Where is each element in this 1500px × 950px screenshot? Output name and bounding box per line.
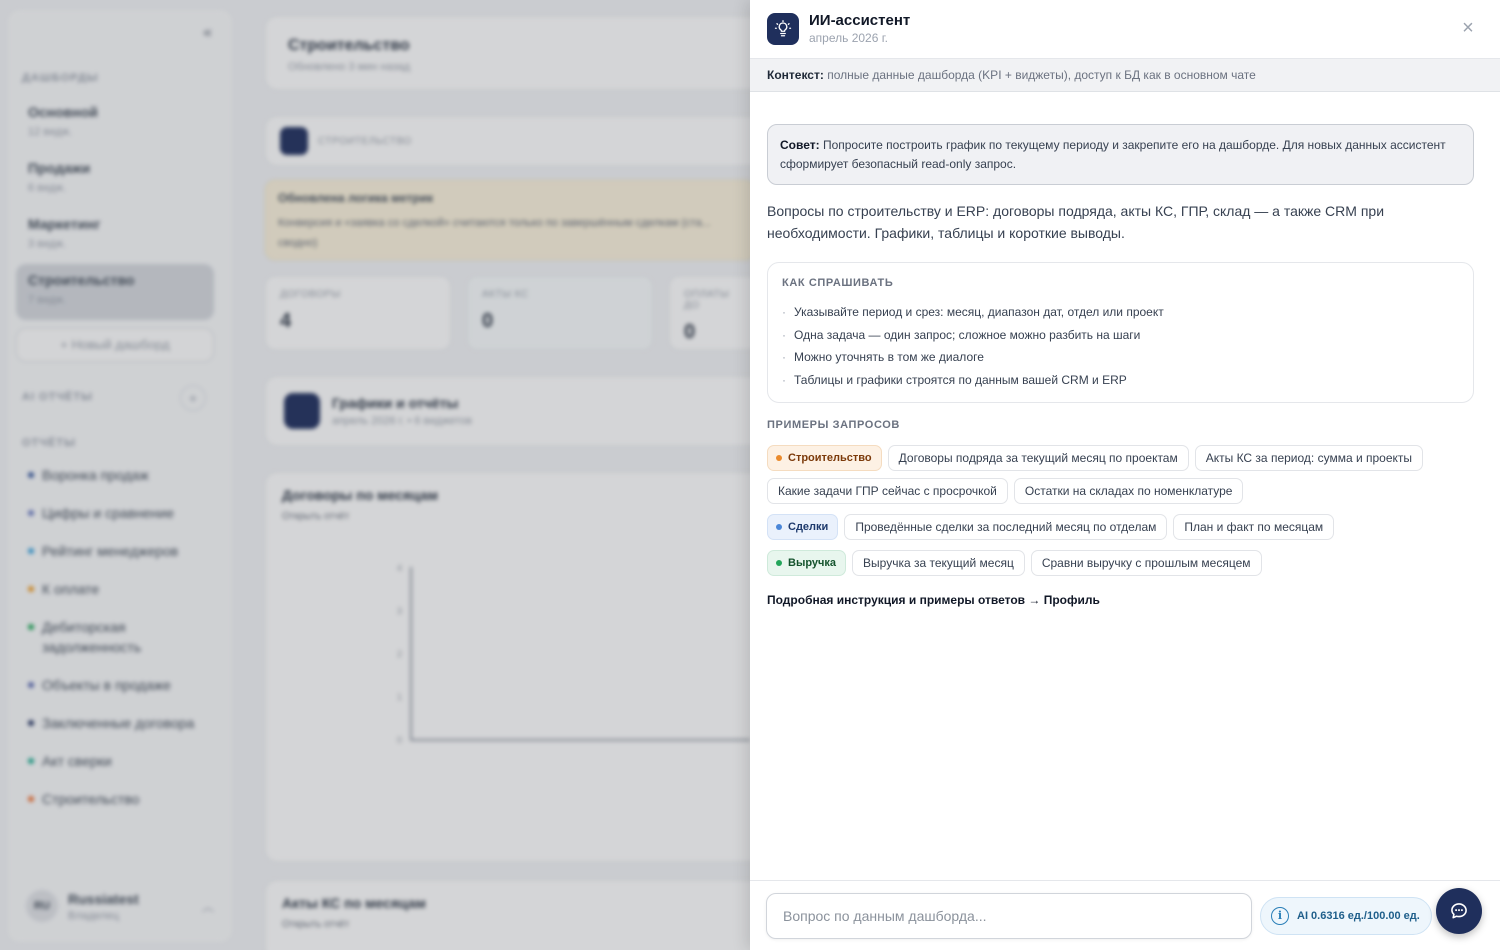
info-icon: i — [1271, 907, 1289, 925]
example-chip[interactable]: Сравни выручку с прошлым месяцем — [1030, 550, 1262, 576]
examples-row-construction: Строительство Договоры подряда за текущи… — [767, 445, 1424, 471]
example-chip[interactable]: Проведённые сделки за последний месяц по… — [844, 514, 1168, 540]
example-chip[interactable]: Выручка за текущий месяц — [852, 550, 1025, 576]
category-tag-revenue: Выручка — [767, 550, 847, 576]
list-item: · Указывайте период и срез: месяц, диапаз… — [782, 305, 1164, 319]
panel-title: ИИ-ассистент — [809, 12, 911, 29]
examples-row-deals: Сделки Проведённые сделки за последний м… — [767, 514, 1335, 540]
example-chip[interactable]: Остатки на складах по номенклатуре — [1013, 478, 1244, 504]
chat-footer: i AI 0.6316 ед./100.00 ед. — [750, 880, 1500, 950]
list-item: · Таблицы и графики строятся по данным ва… — [782, 372, 1127, 387]
examples-row-revenue: Выручка Выручка за текущий месяц Сравни … — [767, 550, 1262, 576]
how-to-ask-box: КАК СПРАШИВАТЬ · Указывайте период и срез… — [767, 262, 1474, 403]
example-chip[interactable]: Акты КС за период: сумма и проекты — [1194, 445, 1424, 471]
ai-assistant-panel: ИИ-ассистент апрель 2026 г. × Контекст: … — [750, 0, 1500, 950]
panel-date: апрель 2026 г. — [809, 31, 888, 45]
example-chip[interactable]: Договоры подряда за текущий месяц по про… — [887, 445, 1189, 471]
chat-fab-button[interactable] — [1436, 888, 1482, 934]
ai-quota-badge[interactable]: i AI 0.6316 ед./100.00 ед. — [1260, 897, 1432, 935]
tip-box: Совет: Попросите построить график по тек… — [767, 124, 1474, 185]
example-chip[interactable]: План и факт по месяцам — [1173, 514, 1335, 540]
list-item: · Одна задача — один запрос; сложное можн… — [782, 327, 1141, 342]
lightbulb-icon — [767, 13, 799, 45]
guide-link[interactable]: Подробная инструкция и примеры ответов →… — [767, 593, 1100, 607]
intro-text: Вопросы по строительству и ERP: договоры… — [767, 203, 1385, 241]
modal-overlay[interactable] — [0, 0, 750, 950]
examples-row-construction-2: Какие задачи ГПР сейчас с просрочкой Ост… — [767, 478, 1244, 504]
close-icon[interactable]: × — [1458, 18, 1478, 38]
example-chip[interactable]: Какие задачи ГПР сейчас с просрочкой — [767, 478, 1008, 504]
context-bar: Контекст: полные данные дашборда (KPI + … — [750, 58, 1500, 92]
list-item: · Можно уточнять в том же диалоге — [782, 350, 984, 364]
chat-bubble-icon — [1451, 903, 1467, 919]
examples-title: ПРИМЕРЫ ЗАПРОСОВ — [767, 419, 900, 431]
chat-input[interactable] — [766, 893, 1252, 939]
category-tag-deals: Сделки — [767, 514, 839, 540]
panel-header: ИИ-ассистент апрель 2026 г. × — [750, 0, 1500, 58]
category-tag-construction: Строительство — [767, 445, 882, 471]
